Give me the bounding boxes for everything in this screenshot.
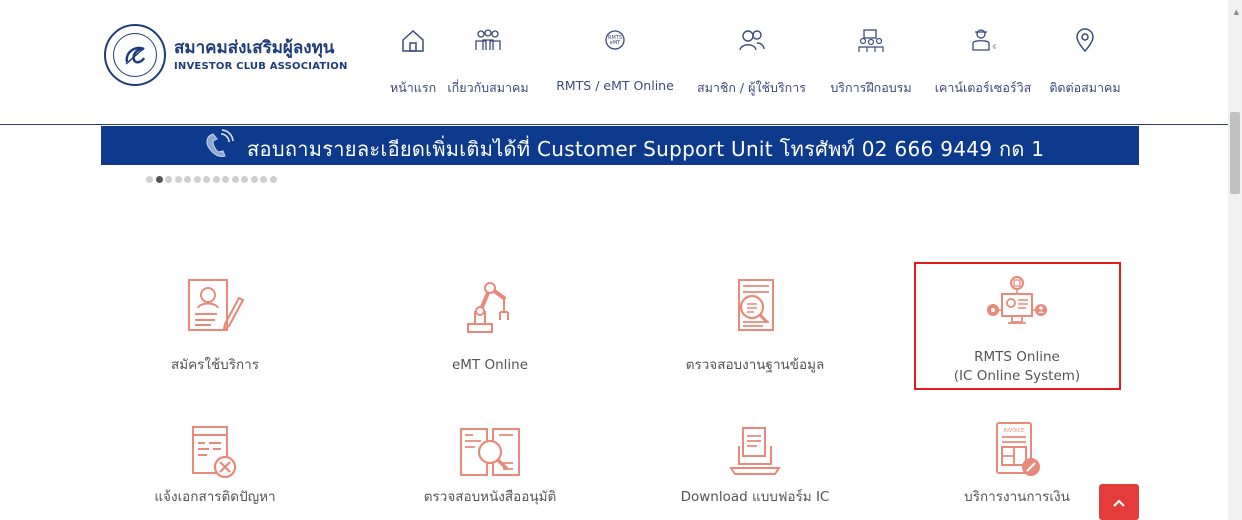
logo-title-english: INVESTOR CLUB ASSOCIATION xyxy=(174,61,348,72)
nav-label-home: หน้าแรก xyxy=(390,80,437,95)
nav-item-contact[interactable]: ติดต่อสมาคม xyxy=(1039,28,1131,98)
carousel-dot[interactable] xyxy=(260,176,267,183)
page: สมาคมส่งเสริมผู้ลงทุน INVESTOR CLUB ASSO… xyxy=(0,0,1242,520)
service-finance[interactable]: INVOICE บริการงานการเงิน xyxy=(917,420,1117,507)
nav-label-contact: ติดต่อสมาคม xyxy=(1049,80,1121,95)
nav-label-counter-service: เคาน์เตอร์เซอร์วิส xyxy=(934,80,1032,95)
nav-label-about: เกี่ยวกับสมาคม xyxy=(447,80,529,95)
page-scrollbar[interactable]: ▲ xyxy=(1228,0,1242,520)
carousel-dot[interactable] xyxy=(222,176,229,183)
counter-service-icon: © xyxy=(929,28,1037,68)
service-download-form[interactable]: Download แบบฟอร์ม IC xyxy=(655,420,855,507)
home-icon xyxy=(400,28,426,68)
scrollbar-thumb[interactable] xyxy=(1230,112,1240,194)
nav-label-rmts: RMTS / eMT Online xyxy=(556,78,674,93)
service-report-document[interactable]: แจ้งเอกสารติดปัญหา xyxy=(140,420,290,507)
service-label: บริการงานการเงิน xyxy=(964,489,1070,505)
support-banner-text: สอบถามรายละเอียดเพิ่มเติมได้ที่ Customer… xyxy=(247,137,1045,161)
carousel-dot[interactable] xyxy=(269,176,277,183)
back-to-top-button[interactable] xyxy=(1099,484,1139,520)
svg-text:INVOICE: INVOICE xyxy=(1004,428,1025,434)
nav-label-training: บริการฝึกอบรม xyxy=(830,80,912,95)
robot-arm-icon xyxy=(460,272,520,342)
chevron-up-icon xyxy=(1112,493,1126,512)
carousel-dot[interactable] xyxy=(146,176,153,183)
carousel-dot[interactable] xyxy=(165,176,172,183)
nav-item-counter-service[interactable]: © เคาน์เตอร์เซอร์วิส xyxy=(929,28,1037,98)
book-search-icon xyxy=(455,420,525,484)
support-banner: สอบถามรายละเอียดเพิ่มเติมได้ที่ Customer… xyxy=(101,126,1139,165)
people-group-icon xyxy=(441,28,535,68)
nav-item-training[interactable]: บริการฝึกอบรม xyxy=(815,28,927,98)
carousel-dot[interactable] xyxy=(231,176,239,183)
service-label: ตรวจสอบงานฐานข้อมูล xyxy=(685,357,825,373)
carousel-dots[interactable] xyxy=(146,176,277,183)
svg-text:eMT: eMT xyxy=(610,40,621,46)
service-label: Download แบบฟอร์ม IC xyxy=(680,489,830,505)
document-error-icon xyxy=(187,420,243,484)
carousel-dot[interactable] xyxy=(212,176,220,183)
service-label: eMT Online xyxy=(451,357,529,373)
rmts-emt-icon: RMTS eMT xyxy=(545,28,685,68)
nav-item-members[interactable]: สมาชิก / ผู้ใช้บริการ xyxy=(690,28,813,98)
service-register[interactable]: สมัครใช้บริการ xyxy=(140,272,290,375)
service-label: แจ้งเอกสารติดปัญหา xyxy=(154,489,276,505)
service-approval-check[interactable]: ตรวจสอบหนังสืออนุมัติ xyxy=(410,420,570,507)
carousel-dot[interactable] xyxy=(250,176,258,183)
download-form-icon xyxy=(723,420,787,484)
scroll-up-arrow-icon[interactable]: ▲ xyxy=(1234,8,1239,16)
carousel-dot[interactable] xyxy=(174,176,182,183)
carousel-dot[interactable] xyxy=(155,176,163,183)
logo-title-thai: สมาคมส่งเสริมผู้ลงทุน xyxy=(174,38,335,58)
carousel-dot[interactable] xyxy=(193,176,201,183)
association-seal-icon xyxy=(104,24,166,86)
nav-label-members: สมาชิก / ผู้ใช้บริการ xyxy=(697,80,806,95)
carousel-dot[interactable] xyxy=(203,176,210,183)
invoice-icon: INVOICE xyxy=(985,420,1049,484)
service-emt-online[interactable]: eMT Online xyxy=(410,272,570,375)
document-search-icon xyxy=(725,272,785,342)
service-label: ตรวจสอบหนังสืออนุมัติ xyxy=(423,489,557,505)
site-logo[interactable]: สมาคมส่งเสริมผู้ลงทุน INVESTOR CLUB ASSO… xyxy=(104,24,348,86)
application-form-icon xyxy=(185,272,245,342)
service-database-check[interactable]: ตรวจสอบงานฐานข้อมูล xyxy=(655,272,855,375)
members-icon xyxy=(690,28,813,68)
header-divider xyxy=(0,124,1228,125)
nav-item-home[interactable]: หน้าแรก xyxy=(390,28,436,98)
training-icon xyxy=(815,28,927,68)
service-label: สมัครใช้บริการ xyxy=(170,357,259,373)
carousel-dot[interactable] xyxy=(241,176,248,183)
carousel-dot[interactable] xyxy=(184,176,191,183)
highlight-box xyxy=(914,262,1121,390)
nav-item-rmts[interactable]: RMTS eMT RMTS / eMT Online xyxy=(545,28,685,98)
phone-icon xyxy=(201,128,237,166)
location-pin-icon xyxy=(1039,28,1131,68)
nav-item-about[interactable]: เกี่ยวกับสมาคม xyxy=(441,28,535,98)
svg-text:©: © xyxy=(992,44,996,51)
